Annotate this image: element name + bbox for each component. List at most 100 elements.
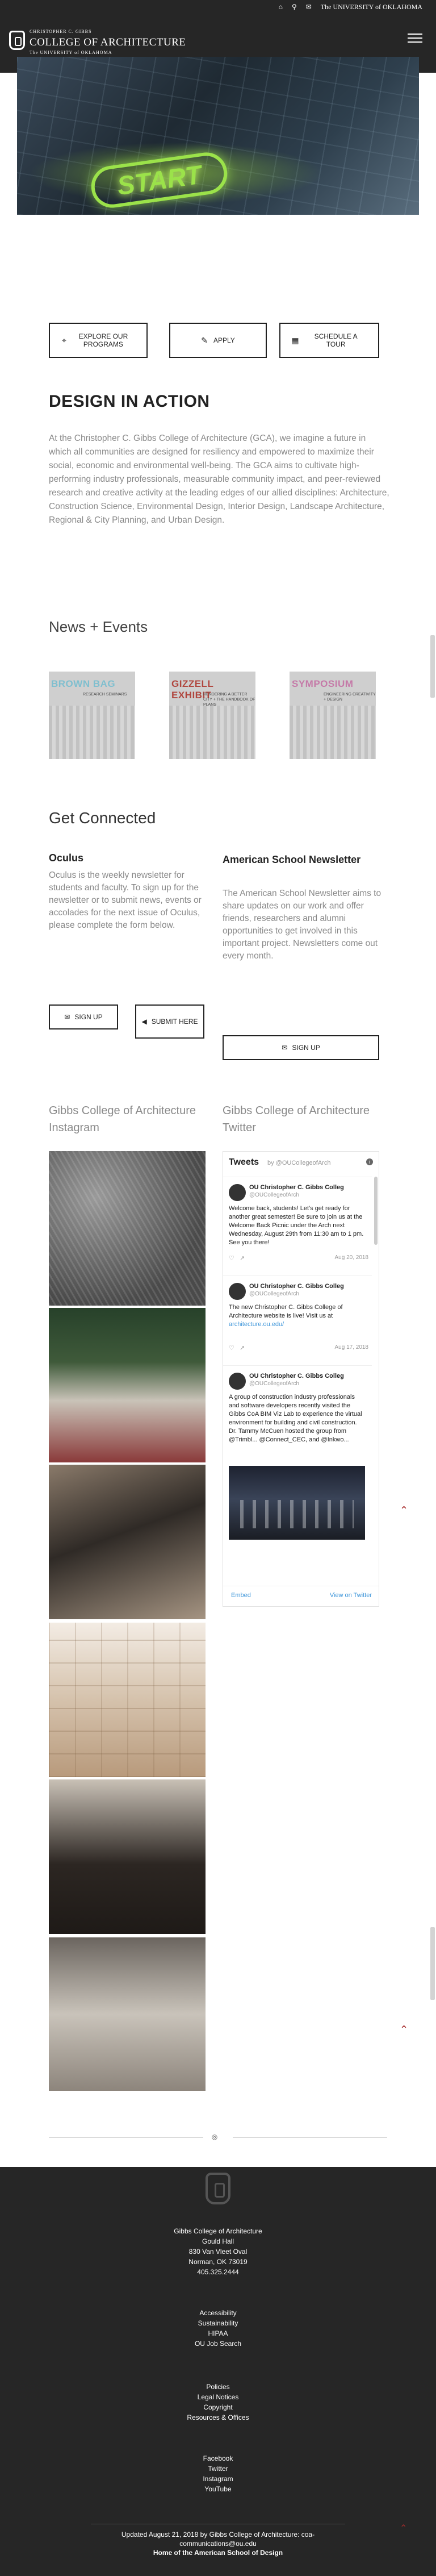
ou-logo-icon[interactable] (206, 2173, 230, 2204)
news-card-image (49, 706, 135, 759)
page-scrollbar-thumb[interactable] (430, 1927, 435, 2000)
tweet-photo[interactable] (229, 1466, 365, 1540)
tweet-handle[interactable]: @OUCollegeofArch (249, 1291, 299, 1297)
tweet-handle[interactable]: @OUCollegeofArch (249, 1381, 299, 1387)
tweet[interactable]: OU Christopher C. Gibbs Colleg @OUColleg… (223, 1177, 372, 1262)
news-events-heading: News + Events (49, 618, 148, 635)
footer-link-sustainability[interactable]: Sustainability (0, 2318, 436, 2328)
instagram-photo[interactable] (49, 1779, 206, 1934)
share-icon[interactable]: ↗ (240, 1255, 245, 1262)
mail-icon[interactable]: ✉ (306, 3, 312, 10)
footer-link-twitter[interactable]: Twitter (0, 2464, 436, 2474)
instagram-photo[interactable] (49, 1465, 206, 1619)
footer-updated-text: Updated August 21, 2018 by Gibbs College… (121, 2531, 315, 2548)
tweet-date[interactable]: Aug 20, 2018 (335, 1254, 369, 1261)
heart-icon[interactable]: ♡ (229, 1345, 234, 1352)
tweet-handle[interactable]: @OUCollegeofArch (249, 1192, 299, 1198)
american-school-newsletter-body: The American School Newsletter aims to s… (223, 889, 382, 961)
tweet[interactable]: OU Christopher C. Gibbs Colleg @OUColleg… (223, 1276, 372, 1352)
news-card-image (169, 706, 255, 759)
university-link[interactable]: The UNIVERSITY of OKLAHOMA (321, 3, 422, 11)
asn-signup-label: SIGN UP (292, 1044, 320, 1052)
instagram-photo[interactable] (49, 1937, 206, 2091)
avatar[interactable] (229, 1373, 246, 1390)
tweet-actions: ♡ ↗ (229, 1344, 245, 1352)
envelope-icon: ✉ (282, 1044, 288, 1052)
embed-link[interactable]: Embed (231, 1592, 251, 1599)
tweets-by-link[interactable]: by @OUCollegeofArch (267, 1160, 330, 1166)
tweet-author[interactable]: OU Christopher C. Gibbs Colleg (249, 1373, 344, 1379)
footer-updated: Updated August 21, 2018 by Gibbs College… (91, 2524, 345, 2557)
calendar-icon: ▦ (291, 335, 299, 345)
footer-links-1: Accessibility Sustainability HIPAA OU Jo… (0, 2308, 436, 2349)
tweet-link[interactable]: architecture.ou.edu/ (229, 1321, 284, 1328)
footer-link-instagram[interactable]: Instagram (0, 2474, 436, 2484)
back-to-top-icon[interactable]: ⌃ (400, 1504, 408, 1516)
twitter-timeline: Tweets by @OUCollegeofArch i OU Christop… (223, 1151, 379, 1607)
footer-link-resources[interactable]: Resources & Offices (0, 2412, 436, 2423)
footer-link-legal[interactable]: Legal Notices (0, 2392, 436, 2402)
footer-link-hipaa[interactable]: HIPAA (0, 2328, 436, 2339)
logo-small-text[interactable]: CHRISTOPHER C. GIBBS (30, 29, 91, 34)
oculus-signup-button[interactable]: ✉ SIGN UP (49, 1004, 118, 1029)
explore-programs-button[interactable]: ⌖ EXPLORE OUR PROGRAMS (49, 323, 148, 358)
logo-subtitle[interactable]: The UNIVERSITY of OKLAHOMA (30, 50, 112, 55)
footer-link-policies[interactable]: Policies (0, 2382, 436, 2392)
twitter-footer: Embed View on Twitter (223, 1586, 379, 1606)
ou-mark-icon: ◎ (211, 2133, 218, 2141)
oculus-heading: Oculus (49, 852, 84, 864)
footer-address-line: Gibbs College of Architecture (174, 2227, 262, 2235)
search-icon[interactable]: ⚲ (292, 3, 297, 10)
back-to-top-icon[interactable]: ⌃ (400, 2024, 408, 2036)
home-icon[interactable]: ⌂ (279, 3, 283, 10)
utility-bar: ⌂ ⚲ ✉ The UNIVERSITY of OKLAHOMA (0, 0, 436, 14)
footer-address-line: Gould Hall (202, 2237, 234, 2245)
view-on-twitter-link[interactable]: View on Twitter (330, 1592, 372, 1599)
news-card-brown-bag[interactable]: BROWN BAG RESEARCH SEMINARS (49, 672, 135, 759)
tweet-author[interactable]: OU Christopher C. Gibbs Colleg (249, 1283, 344, 1290)
footer-link-job-search[interactable]: OU Job Search (0, 2339, 436, 2349)
schedule-tour-label: SCHEDULE A TOUR (314, 332, 358, 348)
ou-logo-icon[interactable] (9, 31, 25, 50)
oculus-submit-button[interactable]: ◀ SUBMIT HERE (135, 1004, 204, 1039)
asn-signup-button[interactable]: ✉ SIGN UP (223, 1035, 379, 1060)
heart-icon[interactable]: ♡ (229, 1255, 234, 1262)
instagram-photo[interactable] (49, 1623, 206, 1777)
design-in-action-heading: DESIGN IN ACTION (49, 392, 210, 411)
schedule-tour-button[interactable]: ▦ SCHEDULE A TOUR (279, 323, 379, 358)
timeline-scrollbar[interactable] (374, 1177, 378, 1245)
footer-link-accessibility[interactable]: Accessibility (0, 2308, 436, 2318)
footer-link-facebook[interactable]: Facebook (0, 2453, 436, 2464)
footer-link-youtube[interactable]: YouTube (0, 2484, 436, 2494)
instagram-photo[interactable] (49, 1151, 206, 1306)
page-scrollbar-thumb[interactable] (430, 635, 435, 698)
tweet[interactable]: OU Christopher C. Gibbs Colleg @OUColleg… (223, 1365, 372, 1540)
oculus-submit-label: SUBMIT HERE (151, 1018, 198, 1026)
tweet-text-wrap: The new Christopher C. Gibbs College of … (229, 1303, 365, 1329)
instagram-heading: Gibbs College of Architecture Instagram (49, 1104, 196, 1134)
oculus-body: Oculus is the weekly newsletter for stud… (49, 870, 202, 930)
info-icon[interactable]: i (366, 1158, 373, 1165)
tweet-actions: ♡ ↗ (229, 1254, 245, 1262)
footer-social-links: Facebook Twitter Instagram YouTube (0, 2453, 436, 2494)
apply-button[interactable]: ✎ APPLY (169, 323, 267, 358)
footer-links-2: Policies Legal Notices Copyright Resourc… (0, 2382, 436, 2423)
avatar[interactable] (229, 1184, 246, 1201)
hamburger-menu-icon[interactable] (408, 32, 422, 44)
logo-title[interactable]: COLLEGE OF ARCHITECTURE (30, 36, 186, 49)
tweet-date[interactable]: Aug 17, 2018 (335, 1344, 369, 1350)
news-card-title: SYMPOSIUM (292, 678, 354, 689)
news-card-title: BROWN BAG (51, 678, 116, 689)
tweet-author[interactable]: OU Christopher C. Gibbs Colleg (249, 1184, 344, 1191)
footer-phone[interactable]: 405.325.2444 (0, 2267, 436, 2277)
avatar[interactable] (229, 1283, 246, 1300)
divider (233, 2137, 387, 2138)
explore-programs-label: EXPLORE OUR PROGRAMS (78, 332, 128, 348)
footer-link-copyright[interactable]: Copyright (0, 2402, 436, 2412)
share-icon[interactable]: ↗ (240, 1345, 245, 1352)
footer-home-link[interactable]: Home of the American School of Design (91, 2548, 345, 2557)
instagram-photo[interactable] (49, 1308, 206, 1462)
back-to-top-icon[interactable]: ⌃ (400, 2523, 407, 2534)
news-card-symposium[interactable]: SYMPOSIUM ENGINEERING CREATIVITY + DESIG… (290, 672, 376, 759)
news-card-gizzell-exhibit[interactable]: GIZZELL EXHIBIT RENDERING A BETTER CITY … (169, 672, 255, 759)
